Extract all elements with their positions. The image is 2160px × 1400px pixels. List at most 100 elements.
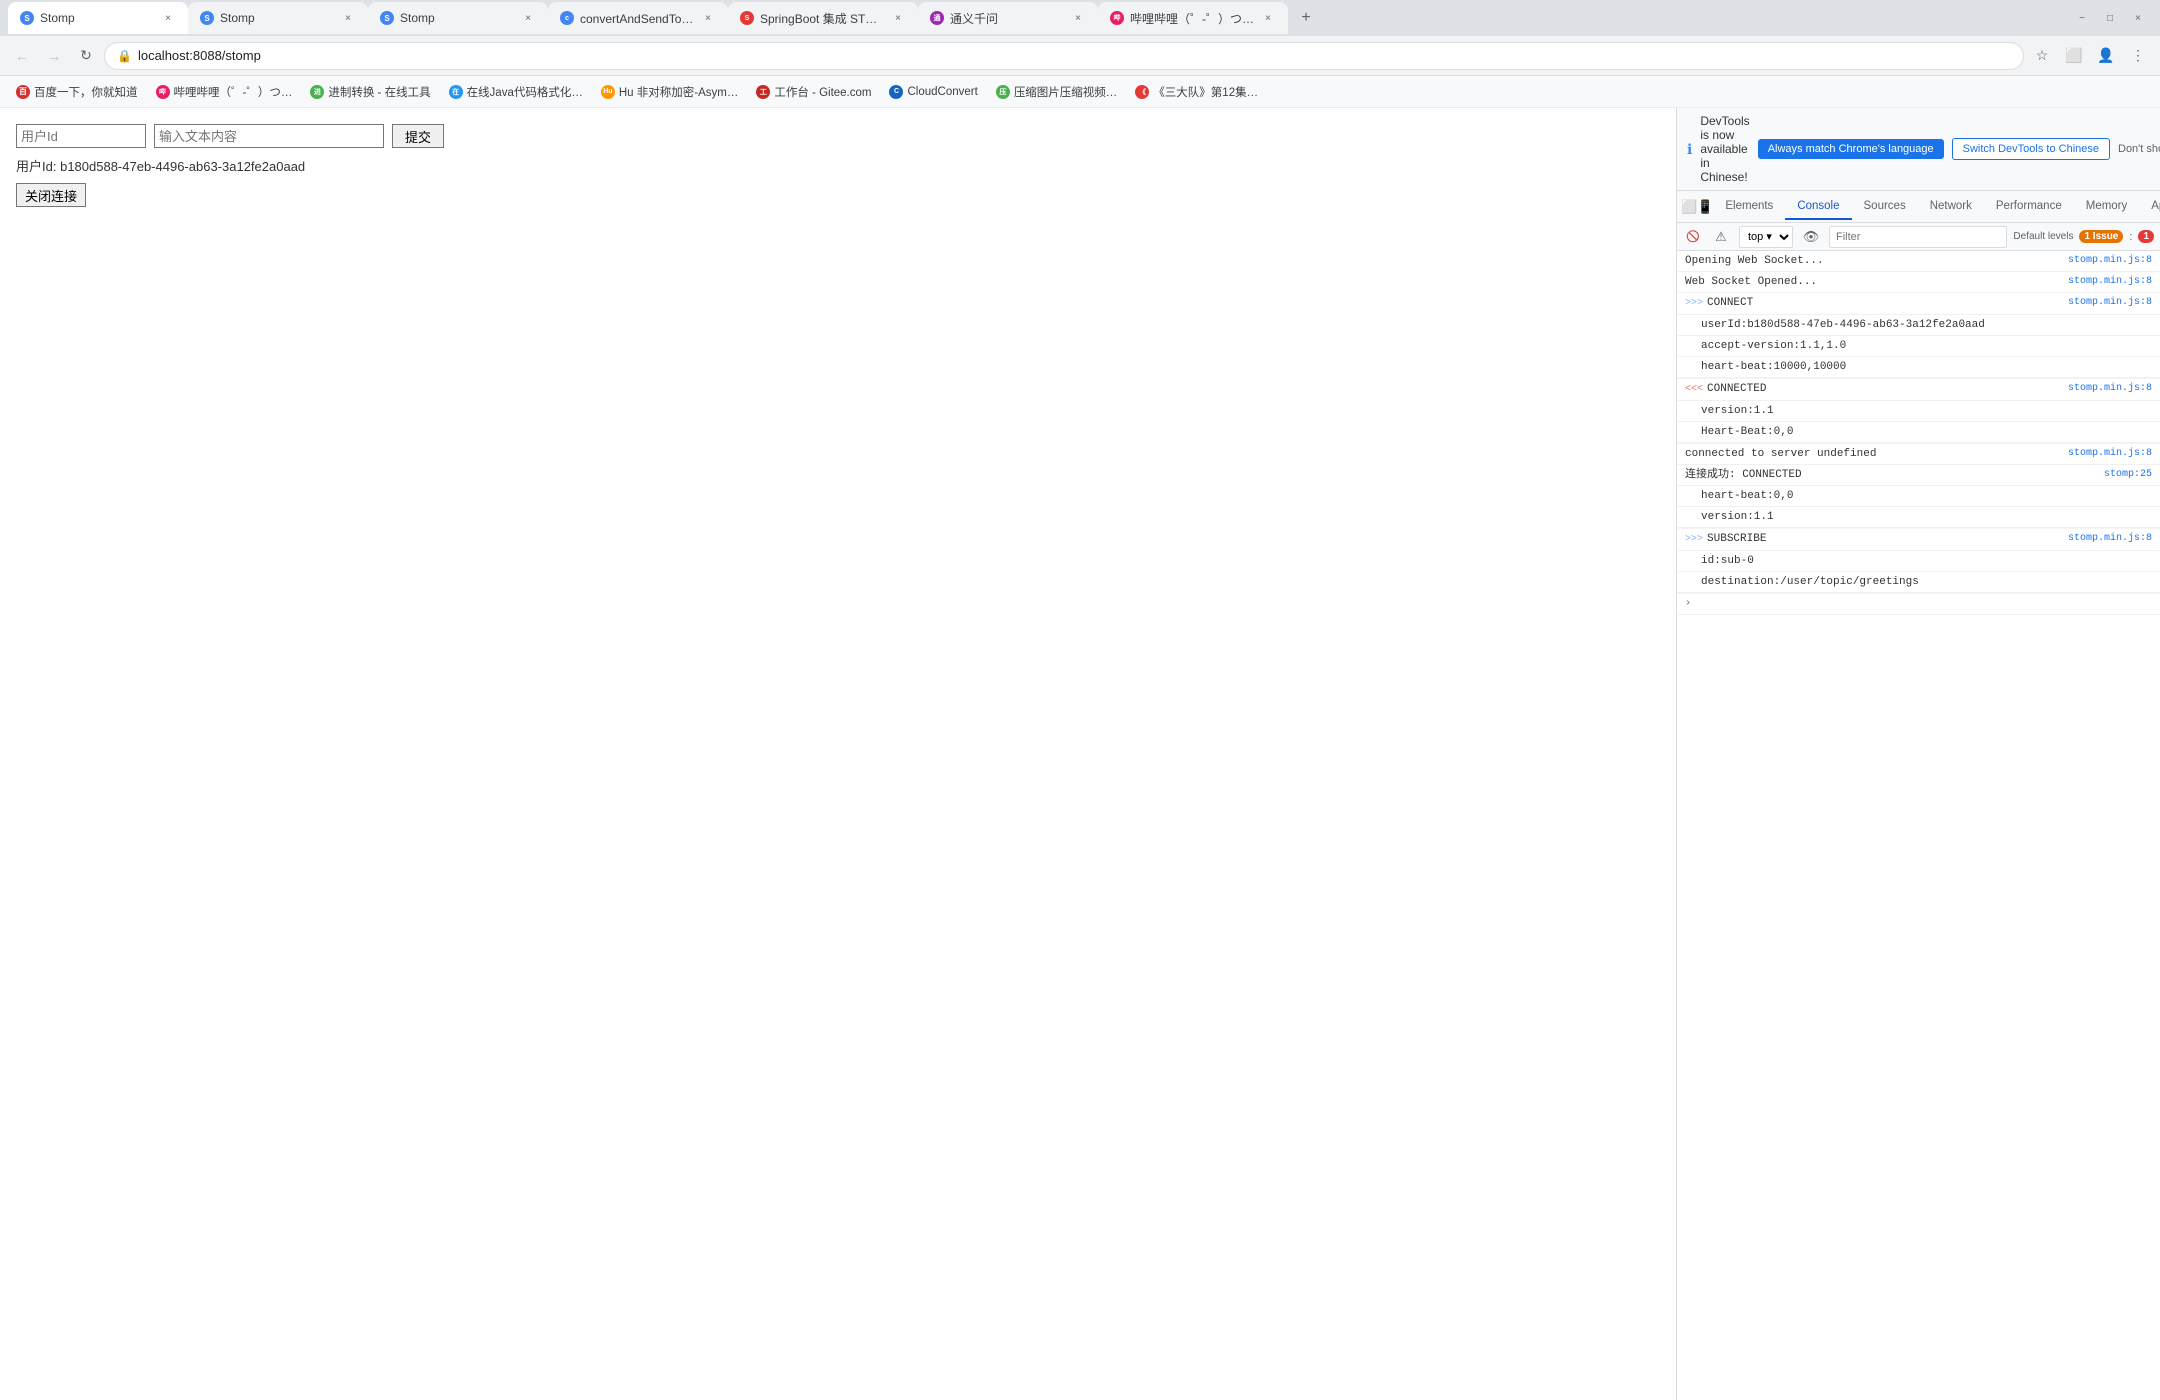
devtools-panel: ℹ DevTools is now available in Chinese! … [1676, 108, 2160, 1400]
tab-close-4[interactable]: × [700, 10, 716, 26]
tab-favicon-1: S [20, 11, 34, 25]
bookmark-favicon-asym: Hu [601, 85, 615, 99]
expand-icon[interactable]: › [1685, 596, 1691, 612]
console-content-success-ver: version:1.1 [1701, 509, 2152, 525]
console-content-subscribe-id: id:sub-0 [1701, 553, 2152, 569]
tab-favicon-7: 哔 [1110, 11, 1124, 25]
tab-close-3[interactable]: × [520, 10, 536, 26]
tab-stomp-2[interactable]: S Stomp × [188, 2, 368, 34]
close-button[interactable]: × [2132, 12, 2144, 24]
tab-convert[interactable]: c convertAndSendToUser示例 × [548, 2, 728, 34]
userid-input[interactable] [16, 124, 146, 148]
tab-favicon-3: S [380, 11, 394, 25]
bookmark-favicon-gitee: 工 [756, 85, 770, 99]
bookmark-convert[interactable]: 进 进制转换 - 在线工具 [302, 80, 438, 104]
bookmark-sandadui[interactable]: 《 《三大队》第12集… [1127, 80, 1266, 104]
url-bar[interactable]: 🔒 localhost:8088/stomp [104, 42, 2024, 70]
console-content-userid: userId:b180d588-47eb-4496-ab63-3a12fe2a0… [1701, 317, 2152, 333]
console-source-subscribe[interactable]: stomp.min.js:8 [2068, 531, 2152, 547]
devtools-device-icon[interactable]: 📱 [1697, 195, 1713, 219]
console-line-connect-heartbeat: heart-beat:10000,10000 [1677, 357, 2160, 378]
bookmark-baidu[interactable]: 百 百度一下，你就知道 [8, 80, 146, 104]
bookmark-favicon-java: 在 [449, 85, 463, 99]
console-source-2[interactable]: stomp.min.js:8 [2068, 274, 2152, 290]
tab-console[interactable]: Console [1785, 194, 1851, 220]
user-id-display: 用户Id: b180d588-47eb-4496-ab63-3a12fe2a0a… [16, 156, 1660, 175]
console-content-connected-header: <<<CONNECTED [1685, 381, 2060, 398]
console-expand-row[interactable]: › [1677, 594, 2160, 615]
console-group-connected: <<<CONNECTED stomp.min.js:8 version:1.1 … [1677, 379, 2160, 444]
tab-close-5[interactable]: × [890, 10, 906, 26]
form-row: 提交 [16, 124, 1660, 148]
submit-button[interactable]: 提交 [392, 124, 444, 148]
eye-icon[interactable]: 👁 [1799, 225, 1823, 249]
bookmark-label-baidu: 百度一下，你就知道 [34, 84, 138, 100]
console-line-success: 连接成功: CONNECTED stomp:25 [1677, 465, 2160, 486]
settings-icon[interactable]: ⋮ [2124, 42, 2152, 70]
tab-tongyi[interactable]: 通 通义千问 × [918, 2, 1098, 34]
switch-devtools-button[interactable]: Switch DevTools to Chinese [1952, 138, 2110, 160]
tab-springboot[interactable]: S SpringBoot 集成 STOMP 实… × [728, 2, 918, 34]
tab-bilibili[interactable]: 哔 哔哩哔哩（゜-゜）つロ 干杯~--b... × [1098, 2, 1288, 34]
tab-network[interactable]: Network [1918, 194, 1984, 220]
console-source-connect[interactable]: stomp.min.js:8 [2068, 295, 2152, 311]
user-id-prefix: 用户Id: [16, 159, 56, 174]
console-source-server[interactable]: stomp.min.js:8 [2068, 446, 2152, 462]
bookmark-star-icon[interactable]: ☆ [2028, 42, 2056, 70]
new-tab-button[interactable]: + [1292, 4, 1320, 32]
console-line-connect-userid: userId:b180d588-47eb-4496-ab63-3a12fe2a0… [1677, 315, 2160, 336]
bookmark-asym[interactable]: Hu Hu 非对称加密-Asym… [593, 80, 746, 104]
tab-sources[interactable]: Sources [1852, 194, 1918, 220]
bookmark-label-asym: Hu 非对称加密-Asym… [619, 84, 738, 100]
tab-elements[interactable]: Elements [1713, 194, 1785, 220]
tab-close-6[interactable]: × [1070, 10, 1086, 26]
console-source-success[interactable]: stomp:25 [2104, 467, 2152, 483]
match-language-button[interactable]: Always match Chrome's language [1758, 139, 1944, 159]
console-level-select[interactable]: top ▾ [1739, 226, 1793, 248]
console-line-connected-heartbeat: Heart-Beat:0,0 [1677, 422, 2160, 443]
tab-performance[interactable]: Performance [1984, 194, 2074, 220]
console-group-subscribe: >>>SUBSCRIBE stomp.min.js:8 id:sub-0 des… [1677, 529, 2160, 594]
tab-close-7[interactable]: × [1260, 10, 1276, 26]
bookmark-gitee[interactable]: 工 工作台 - Gitee.com [748, 80, 879, 104]
console-clear-button[interactable]: 🚫 [1683, 227, 1703, 247]
console-line-server: connected to server undefined stomp.min.… [1677, 444, 2160, 465]
bookmark-bilibili[interactable]: 哔 哔哩哔哩（゜-゜）つ… [148, 80, 301, 104]
content-input[interactable] [154, 124, 384, 148]
extension-icon[interactable]: ⬜ [2060, 42, 2088, 70]
bookmark-java[interactable]: 在 在线Java代码格式化… [441, 80, 591, 104]
console-filter-input[interactable] [1829, 226, 2007, 248]
dont-show-again-link[interactable]: Don't show again [2118, 143, 2160, 155]
main-area: 提交 用户Id: b180d588-47eb-4496-ab63-3a12fe2… [0, 108, 2160, 1400]
tab-close-2[interactable]: × [340, 10, 356, 26]
tab-stomp-3[interactable]: S Stomp × [368, 2, 548, 34]
console-group-connect: >>>CONNECT stomp.min.js:8 userId:b180d58… [1677, 293, 2160, 379]
console-source-connected[interactable]: stomp.min.js:8 [2068, 381, 2152, 397]
tab-close-1[interactable]: × [160, 10, 176, 26]
devtools-notification: ℹ DevTools is now available in Chinese! … [1677, 108, 2160, 191]
reload-button[interactable]: ↻ [72, 42, 100, 70]
console-filter-icon[interactable]: ⚠ [1709, 225, 1733, 249]
console-output: Opening Web Socket... stomp.min.js:8 Web… [1677, 251, 2160, 1400]
bookmark-cloudconvert[interactable]: C CloudConvert [881, 81, 985, 103]
profile-icon[interactable]: 👤 [2092, 42, 2120, 70]
close-conn-button[interactable]: 关闭连接 [16, 183, 86, 207]
tab-application[interactable]: Application [2139, 194, 2160, 220]
bookmark-label-cloudconvert: CloudConvert [907, 86, 977, 98]
tab-stomp-1[interactable]: S Stomp × [8, 2, 188, 34]
devtools-inspect-icon[interactable]: ⬜ [1681, 195, 1697, 219]
console-line-2: Web Socket Opened... stomp.min.js:8 [1677, 272, 2160, 293]
tab-memory[interactable]: Memory [2074, 194, 2140, 220]
url-text: localhost:8088/stomp [138, 48, 2011, 63]
forward-button[interactable]: → [40, 42, 68, 70]
back-button[interactable]: ← [8, 42, 36, 70]
console-line-connected-version: version:1.1 [1677, 401, 2160, 422]
console-source-1[interactable]: stomp.min.js:8 [2068, 253, 2152, 269]
tab-favicon-2: S [200, 11, 214, 25]
tab-favicon-4: c [560, 11, 574, 25]
issue-count-badge: 1 [2138, 230, 2154, 243]
minimize-button[interactable]: − [2076, 12, 2088, 24]
console-content-heartbeat-conn: Heart-Beat:0,0 [1701, 424, 2152, 440]
maximize-button[interactable]: □ [2104, 12, 2116, 24]
bookmark-compress[interactable]: 压 压缩图片压缩视频… [988, 80, 1126, 104]
